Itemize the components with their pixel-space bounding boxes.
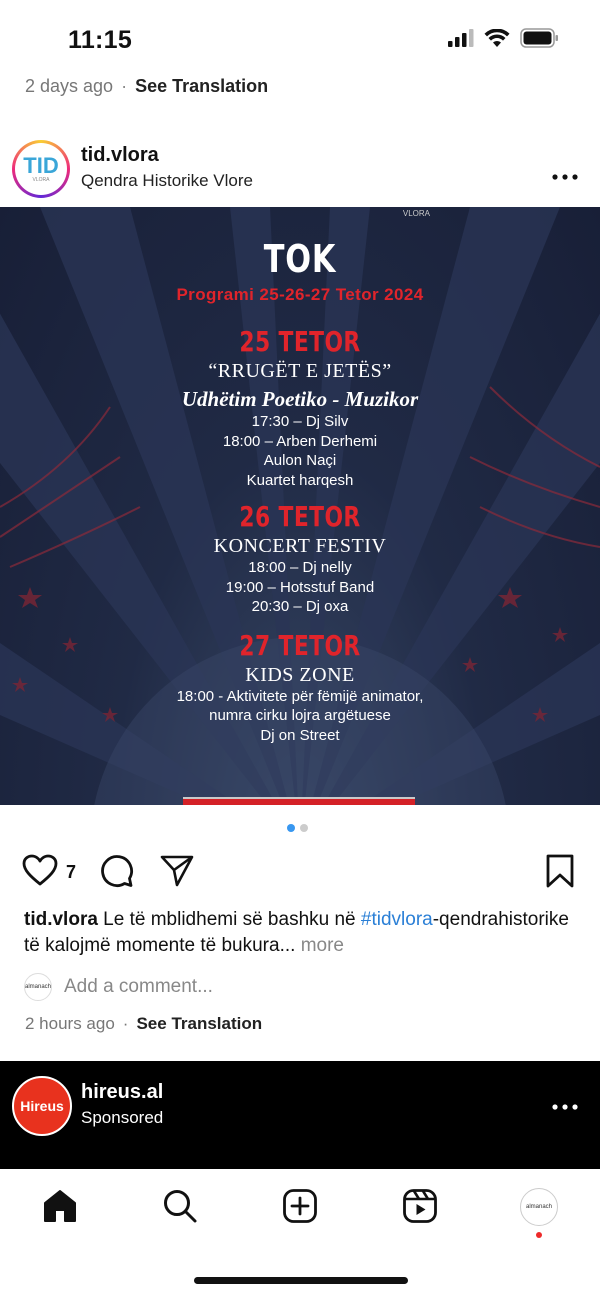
- previous-post-time: 2 days ago: [25, 76, 114, 96]
- heart-icon: [22, 854, 58, 886]
- carousel-indicator: [287, 824, 308, 832]
- tab-profile[interactable]: almanach: [520, 1188, 558, 1226]
- post-image[interactable]: VLORA TOK Programi 25-26-27 Tetor 2024 2…: [0, 207, 600, 805]
- comment-icon: [101, 855, 133, 887]
- day-1-label: 25 TETOR: [239, 325, 361, 358]
- poster-content: TOK Programi 25-26-27 Tetor 2024 25 TETO…: [0, 237, 600, 745]
- poster-subtitle: Programi 25-26-27 Tetor 2024: [176, 285, 424, 304]
- tab-search[interactable]: [162, 1188, 198, 1229]
- avatar-logo-subtext: VLORA: [32, 177, 50, 183]
- add-comment-input[interactable]: Add a comment...: [64, 976, 213, 998]
- tab-create[interactable]: [282, 1188, 318, 1229]
- day-2-line: 19:00 – Hotsstuf Band: [225, 578, 375, 596]
- day-1-line: Aulon Naçi: [263, 452, 337, 469]
- caption-text: Le të mblidhemi së bashku në: [97, 909, 361, 930]
- sponsored-username[interactable]: hireus.al: [81, 1081, 163, 1104]
- avatar-logo: TID VLORA: [15, 143, 67, 195]
- poster-title: TOK: [263, 237, 337, 281]
- profile-avatar: almanach: [520, 1188, 558, 1226]
- comment-button[interactable]: [100, 854, 134, 893]
- more-dots-icon: [552, 1104, 578, 1110]
- day-3-line: numra cirku lojra argëtuese: [209, 707, 391, 724]
- day-1-event: “RRUGËT E JETËS”: [208, 360, 392, 382]
- like-count[interactable]: 7: [66, 862, 76, 883]
- day-2-event: KONCERT FESTIV: [213, 535, 387, 557]
- caption-username[interactable]: tid.vlora: [24, 909, 98, 930]
- poster-bottom-bar: [183, 797, 415, 805]
- status-icons: [448, 28, 560, 48]
- poster-logo: VLORA: [402, 209, 430, 218]
- status-bar: 11:15: [0, 0, 600, 70]
- search-icon: [164, 1190, 197, 1223]
- current-user-avatar: almanach: [24, 973, 52, 1001]
- battery-icon: [520, 28, 558, 48]
- day-2-label: 26 TETOR: [239, 500, 361, 533]
- separator-dot: ·: [122, 1014, 129, 1033]
- day-1-line: 18:00 – Arben Derhemi: [222, 432, 378, 450]
- like-button[interactable]: [22, 854, 58, 891]
- post-time: 2 hours ago: [25, 1014, 115, 1033]
- sponsored-label: Sponsored: [81, 1108, 164, 1127]
- sponsored-avatar-text: Hireus: [20, 1098, 64, 1114]
- post-username[interactable]: tid.vlora: [81, 144, 159, 167]
- caption-hashtag[interactable]: #tidvlora: [361, 909, 433, 930]
- separator-dot: ·: [121, 76, 128, 96]
- status-time: 11:15: [68, 26, 133, 54]
- tab-home[interactable]: [42, 1188, 78, 1229]
- wifi-icon: [484, 28, 510, 47]
- carousel-dot-active: [287, 824, 295, 832]
- see-translation-link[interactable]: See Translation: [136, 1014, 262, 1034]
- sponsored-post-header: Hireus hireus.al Sponsored: [0, 1061, 600, 1169]
- post-avatar[interactable]: TID VLORA: [12, 140, 70, 198]
- profile-avatar-text: almanach: [525, 1204, 552, 1210]
- post-meta: 2 hours ago · See Translation: [25, 1014, 262, 1034]
- day-2-line: 20:30 – Dj oxa: [251, 598, 349, 615]
- notification-dot: [536, 1232, 542, 1238]
- tab-reels[interactable]: [402, 1188, 438, 1229]
- day-3-line: Dj on Street: [260, 726, 340, 744]
- day-1-line: 17:30 – Dj Silv: [251, 413, 349, 430]
- avatar-logo-text: TID: [23, 153, 59, 178]
- day-2-line: 18:00 – Dj nelly: [248, 559, 352, 576]
- post-caption: tid.vlora Le të mblidhemi së bashku në #…: [24, 907, 584, 959]
- caption-more-link[interactable]: more: [295, 935, 344, 956]
- more-options-button[interactable]: [552, 156, 578, 187]
- bookmark-icon: [546, 854, 574, 888]
- post-location[interactable]: Qendra Historike Vlore: [81, 171, 253, 191]
- day-1-subtitle: Udhëtim Poetiko - Muzikor: [181, 387, 419, 411]
- more-dots-icon: [552, 174, 578, 180]
- carousel-dot: [300, 824, 308, 832]
- post-actions: 7: [0, 852, 600, 892]
- day-1-line: Kuartet harqesh: [246, 471, 354, 489]
- reels-icon: [403, 1189, 437, 1223]
- sponsored-avatar[interactable]: Hireus: [12, 1076, 72, 1136]
- home-icon: [44, 1190, 76, 1222]
- day-3-line: 18:00 - Aktivitete për fëmijë animator,: [176, 687, 424, 705]
- current-user-avatar-text: almanach: [25, 984, 52, 990]
- send-icon: [160, 855, 194, 887]
- day-3-event: KIDS ZONE: [245, 663, 355, 686]
- save-button[interactable]: [545, 854, 575, 893]
- previous-post-meta: 2 days ago · See Translation: [25, 76, 268, 97]
- home-indicator: [194, 1277, 408, 1284]
- add-comment-row[interactable]: almanach Add a comment...: [24, 973, 213, 1001]
- see-translation-link[interactable]: See Translation: [135, 76, 268, 97]
- post-header: TID VLORA tid.vlora Qendra Historike Vlo…: [0, 138, 600, 198]
- sponsored-more-button[interactable]: [552, 1089, 578, 1117]
- create-icon: [283, 1189, 317, 1223]
- bottom-tab-bar: almanach: [0, 1170, 600, 1298]
- signal-icon: [448, 29, 474, 47]
- day-3-label: 27 TETOR: [239, 628, 361, 662]
- share-button[interactable]: [160, 854, 194, 893]
